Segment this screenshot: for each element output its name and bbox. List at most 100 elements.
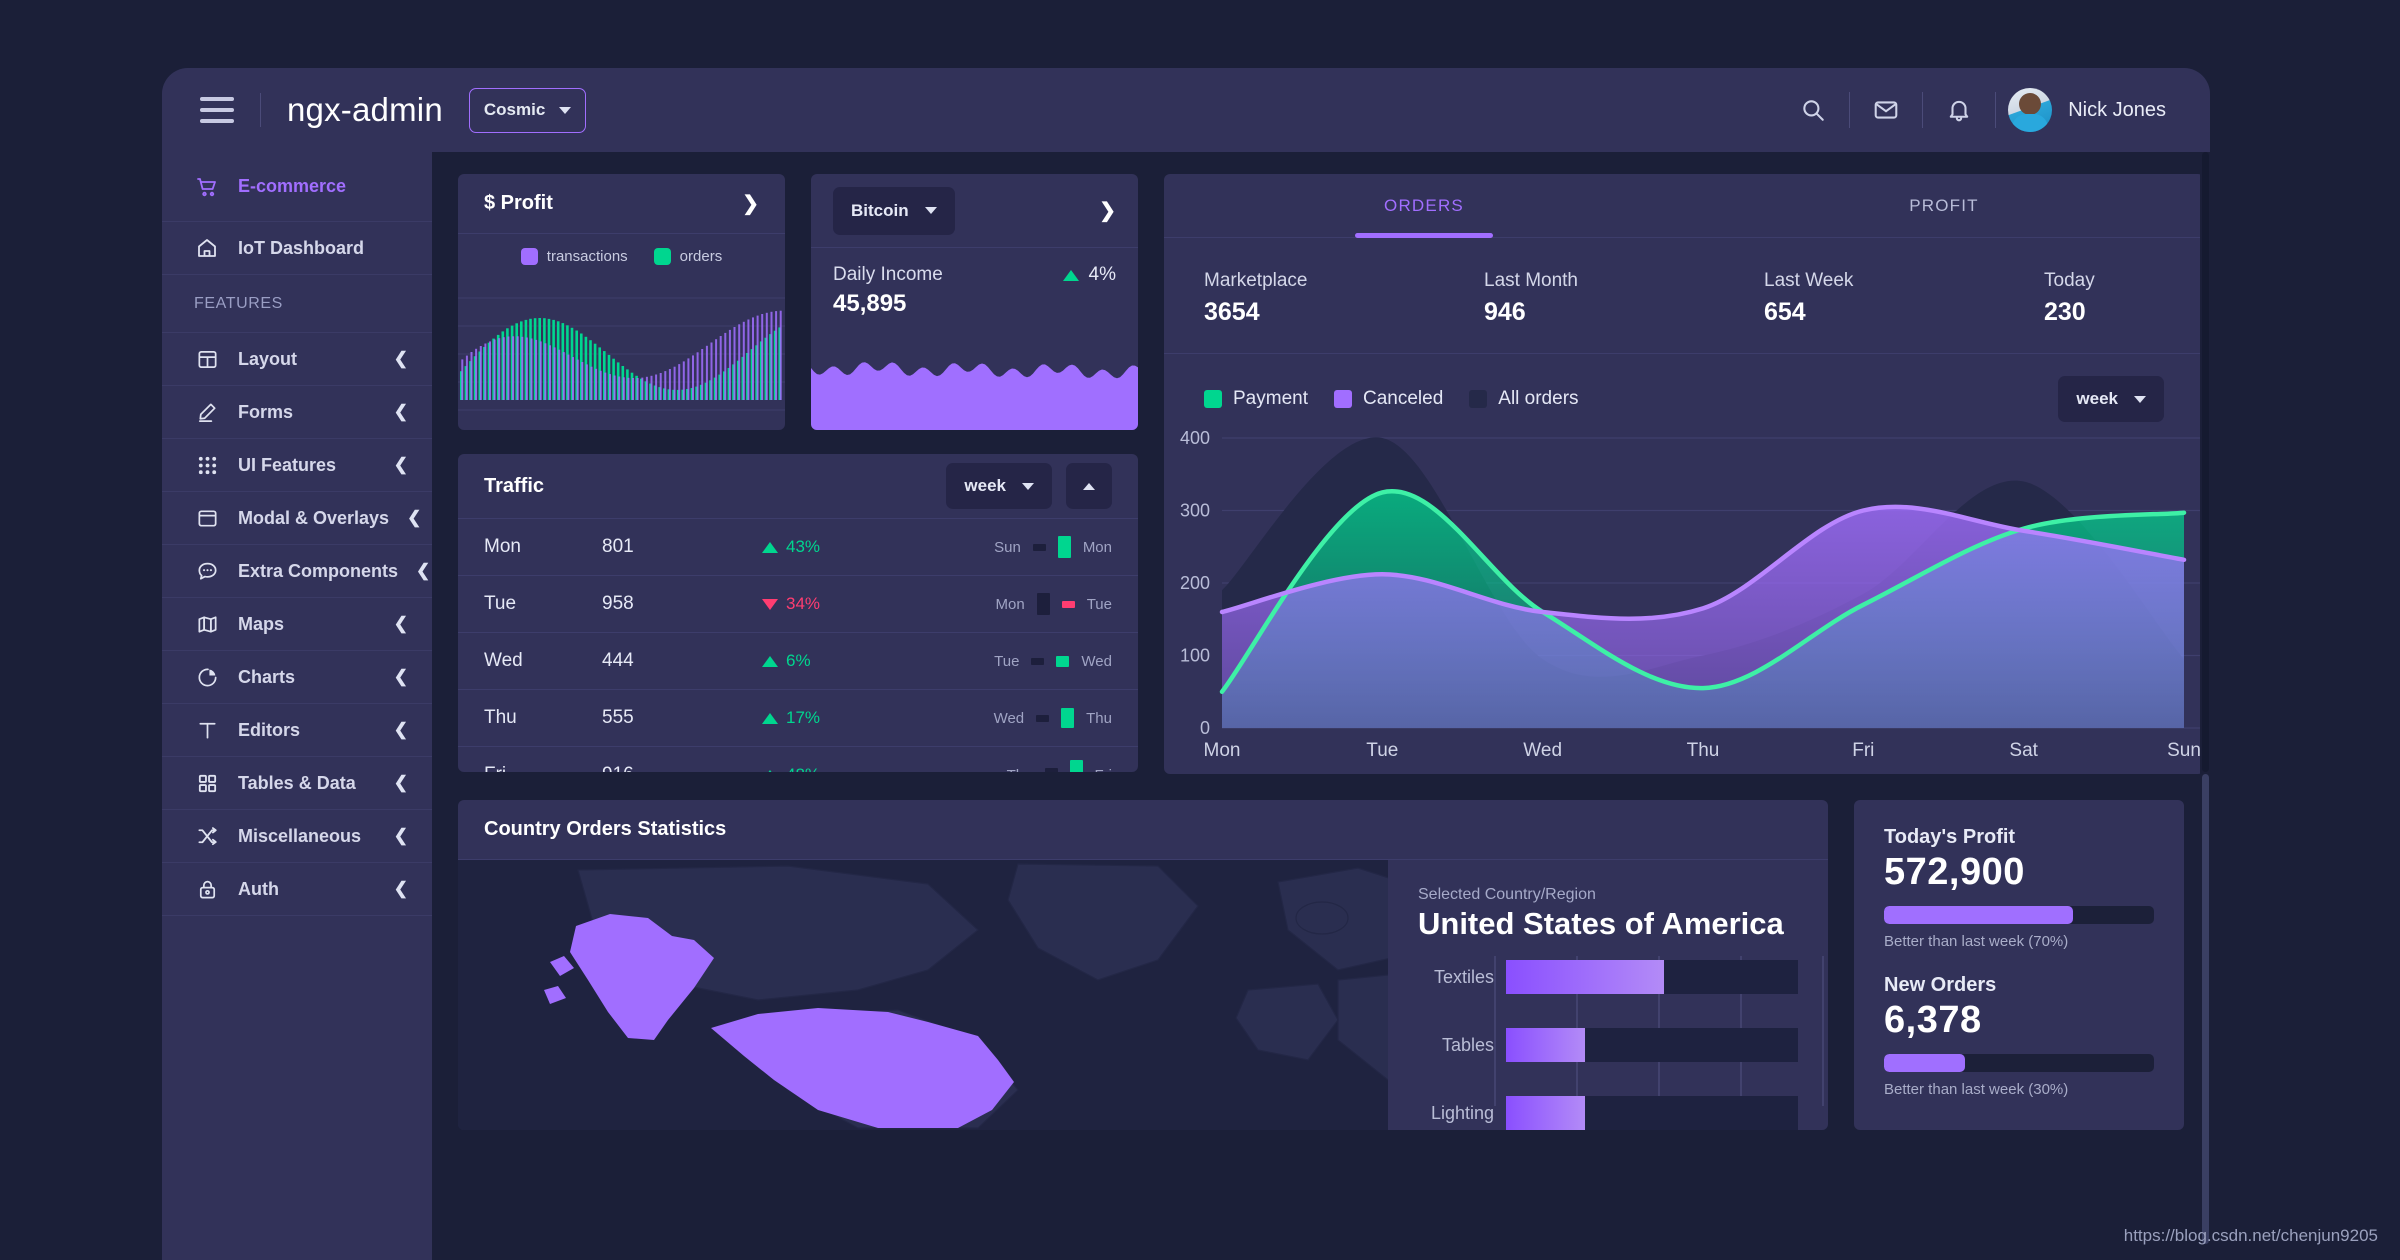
traffic-sparkline: Tue Wed: [994, 653, 1112, 670]
traffic-delta-value: 43%: [786, 537, 821, 556]
selected-country-name: United States of America: [1418, 906, 1784, 941]
watermark: https://blog.csdn.net/chenjun9205: [2123, 1226, 2378, 1245]
traffic-sparkline: Wed Thu: [994, 708, 1112, 728]
hamburger-icon[interactable]: [200, 97, 234, 123]
sidebar-item-modal-overlays[interactable]: Modal & Overlays ❮: [162, 492, 432, 545]
legend-item-payment: Payment: [1204, 388, 1308, 410]
x-axis-labels: Mon Tue Wed Thu Fri Sat Sun: [1204, 740, 2201, 761]
table-row[interactable]: Tue 958 34% Mon Tue: [458, 576, 1138, 633]
sidebar-item-layout[interactable]: Layout ❮: [162, 333, 432, 386]
arrow-up-icon: [762, 712, 778, 724]
svg-text:100: 100: [1180, 646, 1210, 666]
traffic-value: 801: [602, 536, 634, 557]
country-bar-row: Tables: [1418, 1028, 1798, 1062]
profit-legend: transactions orders: [458, 234, 785, 265]
sidebar-item-extra-components[interactable]: Extra Components ❮: [162, 545, 432, 598]
sidebar-item-iot-dashboard[interactable]: IoT Dashboard: [162, 222, 432, 275]
stat-value: 230: [2044, 298, 2086, 326]
traffic-day: Tue: [484, 593, 517, 614]
tab-profit[interactable]: PROFIT: [1684, 174, 2204, 237]
spark-bar-next: [1061, 708, 1075, 728]
delta-value: 4%: [1088, 264, 1116, 285]
traffic-period-select[interactable]: week: [946, 463, 1052, 509]
country-bar-row: Textiles: [1418, 960, 1798, 994]
spark-bar-prev: [1032, 543, 1046, 551]
pencil-icon: [194, 399, 220, 425]
table-row[interactable]: Mon 801 43% Sun Mon: [458, 519, 1138, 576]
legend-label: transactions: [546, 248, 628, 265]
left-column: $ Profit ❯ transactions orders Bitcoin ❯…: [458, 174, 1138, 772]
arrow-down-icon: [762, 598, 778, 610]
lock-icon: [194, 876, 220, 902]
traffic-delta: 43%: [762, 537, 962, 557]
legend-swatch: [1204, 390, 1222, 408]
theme-select[interactable]: Cosmic: [468, 87, 587, 133]
daily-income-row: Daily Income 45,895 4%: [811, 248, 1138, 318]
stat-value: 946: [1484, 298, 1526, 326]
spark-bar-prev: [1044, 768, 1058, 772]
chevron-left-icon: ❮: [416, 561, 431, 580]
tables-icon: [194, 770, 220, 796]
country-bar-chart: Textiles Tables Lighting: [1418, 956, 1824, 1130]
svg-text:Fri: Fri: [1852, 740, 1874, 761]
spark-next-label: Mon: [1082, 538, 1112, 556]
chevron-right-icon[interactable]: ❯: [742, 191, 759, 216]
svg-text:300: 300: [1180, 501, 1210, 521]
world-map[interactable]: Selected Country/Region United States of…: [458, 860, 1828, 1130]
table-row[interactable]: Wed 444 6% Tue Wed: [458, 633, 1138, 690]
tab-orders[interactable]: ORDERS: [1164, 174, 1684, 237]
country-bar-track: [1506, 960, 1798, 994]
chevron-left-icon: ❮: [393, 614, 408, 633]
chevron-left-icon: ❮: [393, 402, 408, 421]
sidebar-item-maps[interactable]: Maps ❮: [162, 598, 432, 651]
progress-fill: [1884, 906, 2073, 924]
scrollbar-thumb[interactable]: [2202, 774, 2209, 1244]
svg-text:Sun: Sun: [2167, 740, 2201, 761]
sidebar-item-label: Modal & Overlays: [238, 507, 390, 528]
vertical-scrollbar[interactable]: [2200, 152, 2210, 1260]
spark-bar-prev: [1036, 593, 1050, 615]
traffic-collapse-button[interactable]: [1066, 463, 1112, 509]
daily-income-value: 45,895: [833, 290, 907, 317]
search-icon[interactable]: [1789, 86, 1837, 134]
sidebar-item-forms[interactable]: Forms ❮: [162, 386, 432, 439]
table-row[interactable]: Fri91648%ThuFri: [458, 747, 1138, 772]
spark-bar-prev: [1036, 714, 1050, 722]
shuffle-icon: [194, 823, 220, 849]
sidebar-item-editors[interactable]: Editors ❮: [162, 704, 432, 757]
sidebar-item-e-commerce[interactable]: E-commerce: [162, 152, 432, 222]
legend-label: Canceled: [1362, 388, 1444, 409]
stat-value: 3654: [1204, 298, 1260, 326]
sidebar-item-miscellaneous[interactable]: Miscellaneous ❮: [162, 810, 432, 863]
bell-icon[interactable]: [1935, 86, 1983, 134]
sidebar-item-label: Editors: [238, 719, 301, 740]
sidebar-item-tables-data[interactable]: Tables & Data ❮: [162, 757, 432, 810]
legend-item-canceled: Canceled: [1333, 388, 1444, 410]
sidebar-item-label: Forms: [238, 401, 294, 422]
sidebar-item-label: IoT Dashboard: [238, 237, 365, 258]
chevron-right-icon[interactable]: ❯: [1099, 198, 1116, 223]
currency-select[interactable]: Bitcoin: [833, 186, 955, 235]
profit-card: $ Profit ❯ transactions orders: [458, 174, 785, 430]
sidebar-item-charts[interactable]: Charts ❮: [162, 651, 432, 704]
orders-card: ORDERS PROFIT Marketplace 3654 Last Mont…: [1164, 174, 2204, 774]
profit-card-title: $ Profit: [484, 192, 553, 214]
sidebar-item-label: UI Features: [238, 454, 337, 475]
avatar[interactable]: [2008, 88, 2053, 132]
header-divider-2: [1849, 92, 1851, 128]
mail-icon[interactable]: [1862, 86, 1910, 134]
sidebar-item-auth[interactable]: Auth ❮: [162, 863, 432, 916]
orders-period-select[interactable]: week: [2058, 376, 2164, 422]
sidebar-item-label: Extra Components: [238, 560, 399, 581]
stat-today: Today 230: [2044, 270, 2164, 327]
cart-icon: [194, 174, 220, 200]
traffic-delta: 6%: [762, 651, 962, 671]
chevron-left-icon: ❮: [393, 879, 408, 898]
dashboard-row-top: $ Profit ❯ transactions orders Bitcoin ❯…: [458, 174, 2204, 774]
chevron-down-icon: [1022, 482, 1034, 490]
app-window: ngx-admin Cosmic Nick Jones E-commerce I…: [162, 68, 2210, 1260]
sidebar: E-commerce IoT Dashboard FEATURES Layout…: [162, 152, 432, 1260]
table-row[interactable]: Thu 555 17% Wed Thu: [458, 690, 1138, 747]
sidebar-item-ui-features[interactable]: UI Features ❮: [162, 439, 432, 492]
